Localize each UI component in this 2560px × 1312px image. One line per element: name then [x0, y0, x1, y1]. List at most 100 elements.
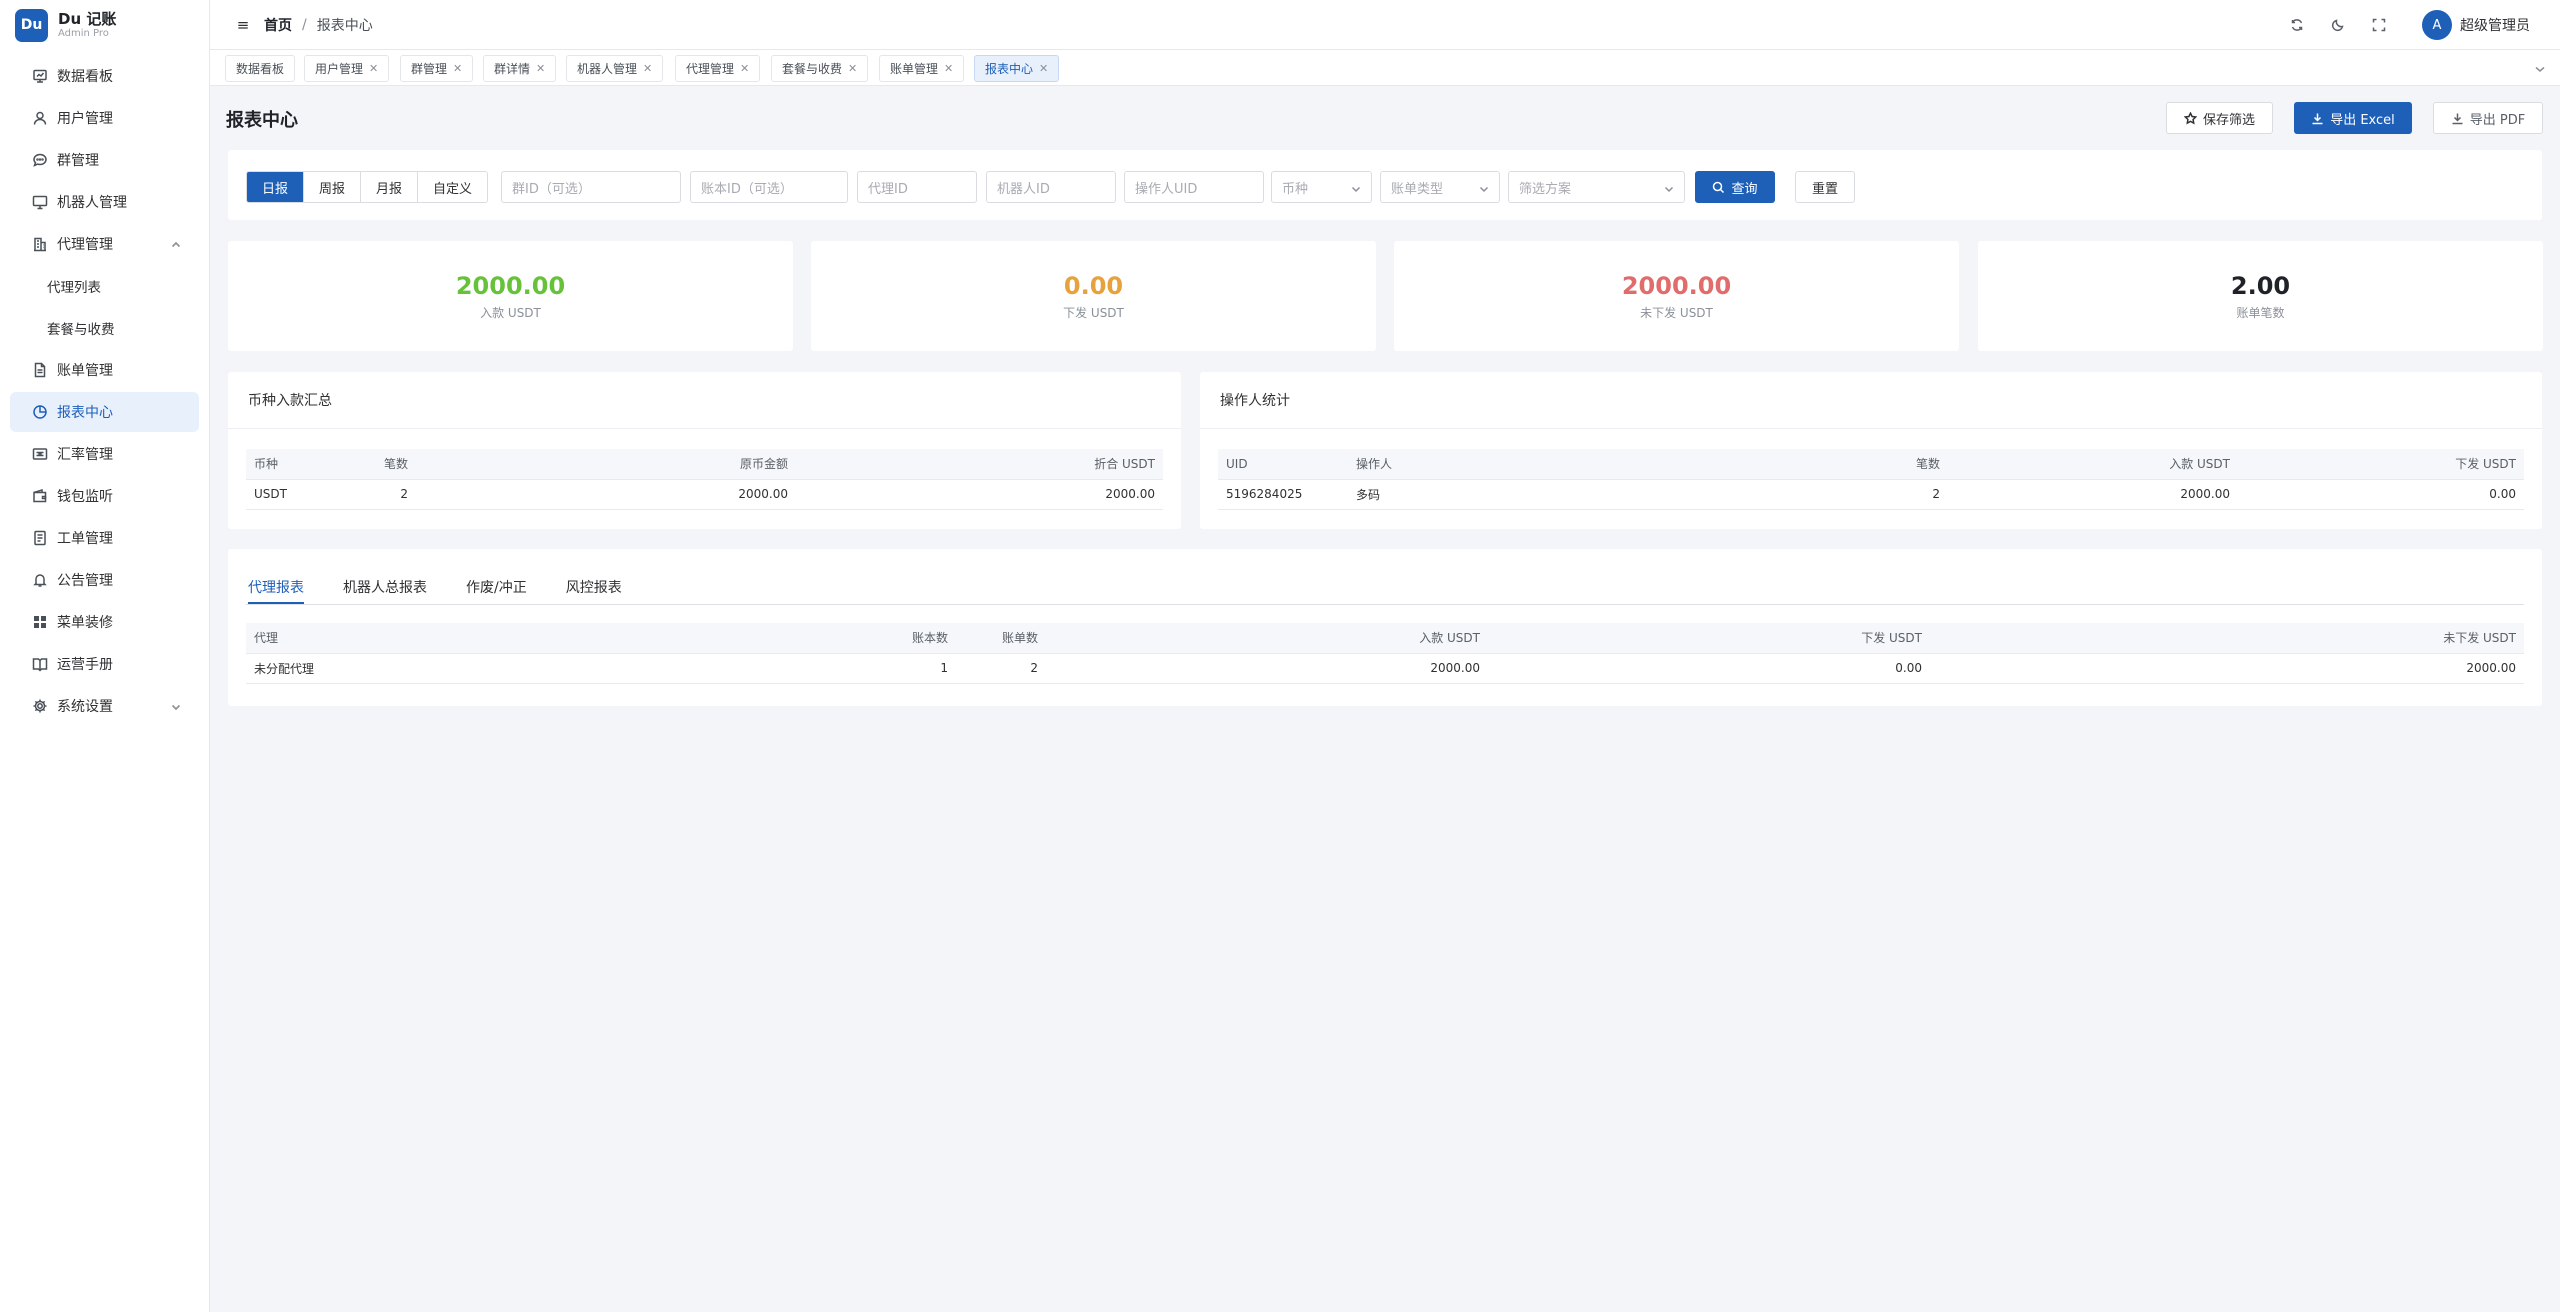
sidebar-item-wallet-monitor[interactable]: 钱包监听	[10, 476, 199, 516]
period-monthly[interactable]: 月报	[361, 172, 419, 202]
currency-select[interactable]: 币种	[1271, 171, 1372, 203]
column-header: 笔数	[336, 449, 416, 480]
sidebar-item-label: 钱包监听	[57, 489, 113, 505]
bell-icon	[32, 572, 48, 588]
close-icon[interactable]: ✕	[369, 62, 378, 75]
column-header: 折合 USDT	[796, 449, 1163, 480]
close-icon[interactable]: ✕	[944, 62, 953, 75]
save-filter-label: 保存筛选	[2202, 112, 2255, 128]
tab-agent-report[interactable]: 代理报表	[248, 569, 304, 605]
close-icon[interactable]: ✕	[848, 62, 857, 75]
table-cell: 2	[956, 653, 1046, 684]
column-header: 下发 USDT	[2238, 449, 2524, 480]
table-row: 5196284025 多码 2 2000.00 0.00	[1218, 479, 2524, 510]
stat-label: 入款 USDT	[480, 306, 541, 320]
sidebar-item-menu-decoration[interactable]: 菜单装修	[10, 602, 199, 642]
column-header: 操作人	[1348, 449, 1548, 480]
sidebar-item-robots[interactable]: 机器人管理	[10, 182, 199, 222]
tab-dashboard[interactable]: 数据看板	[225, 55, 296, 82]
stat-value: 0.00	[1063, 272, 1124, 300]
close-icon[interactable]: ✕	[453, 62, 462, 75]
chevron-down-icon[interactable]	[2534, 60, 2548, 74]
save-filter-button[interactable]: 保存筛选	[2166, 102, 2273, 134]
sidebar-item-bills[interactable]: 账单管理	[10, 350, 199, 390]
period-daily[interactable]: 日报	[247, 172, 305, 202]
tab-label: 群管理	[411, 62, 448, 76]
sidebar-item-dashboard[interactable]: 数据看板	[10, 56, 199, 96]
close-icon[interactable]: ✕	[740, 62, 749, 75]
refresh-icon[interactable]	[2289, 17, 2305, 33]
sidebar-item-agent-list[interactable]: 代理列表	[10, 266, 199, 306]
period-custom[interactable]: 自定义	[418, 172, 488, 202]
operator-stats-card: 操作人统计 UID 操作人 笔数 入款 USDT 下发 USDT 5196284…	[1200, 372, 2542, 529]
fullscreen-icon[interactable]	[2371, 17, 2387, 33]
menu-toggle-icon[interactable]: ≡	[235, 16, 251, 34]
column-header: UID	[1218, 449, 1348, 480]
tab-bills[interactable]: 账单管理 ✕	[879, 55, 965, 82]
filter-scheme-select[interactable]: 筛选方案	[1508, 171, 1685, 203]
tab-robot-summary-report[interactable]: 机器人总报表	[343, 569, 427, 605]
query-button[interactable]: 查询	[1695, 171, 1775, 203]
table-cell: 2000.00	[796, 479, 1163, 510]
sidebar-item-label: 系统设置	[57, 699, 113, 715]
operator-uid-input[interactable]: 操作人UID	[1124, 171, 1264, 203]
sidebar-item-agents[interactable]: 代理管理	[10, 224, 199, 264]
export-pdf-button[interactable]: 导出 PDF	[2433, 102, 2543, 134]
tab-void-reversal[interactable]: 作废/冲正	[466, 569, 527, 605]
sidebar-item-groups[interactable]: 群管理	[10, 140, 199, 180]
close-icon[interactable]: ✕	[643, 62, 652, 75]
breadcrumb-home[interactable]: 首页	[264, 15, 292, 35]
tab-reports[interactable]: 报表中心 ✕	[974, 55, 1060, 82]
column-header: 入款 USDT	[1046, 623, 1488, 654]
brand-title: Du 记账	[58, 10, 117, 28]
brand-subtitle: Admin Pro	[58, 28, 109, 39]
tab-users[interactable]: 用户管理 ✕	[304, 55, 390, 82]
sidebar-item-reports[interactable]: 报表中心	[10, 392, 199, 432]
tab-risk-control-report[interactable]: 风控报表	[566, 569, 622, 605]
dark-mode-moon-icon[interactable]	[2330, 17, 2346, 33]
sidebar-item-label: 代理管理	[57, 237, 113, 253]
bill-type-select[interactable]: 账单类型	[1380, 171, 1500, 203]
sidebar-item-label: 菜单装修	[57, 615, 113, 631]
group-id-input[interactable]: 群ID（可选）	[501, 171, 681, 203]
sidebar-item-ops-manual[interactable]: 运营手册	[10, 644, 199, 684]
tab-groups[interactable]: 群管理 ✕	[400, 55, 474, 82]
account-id-input[interactable]: 账本ID（可选）	[690, 171, 848, 203]
monitor-icon	[32, 194, 48, 210]
avatar[interactable]: A	[2422, 10, 2452, 40]
brand[interactable]: Du Du 记账 Admin Pro	[0, 0, 209, 50]
sidebar-menu: 数据看板 用户管理 群管理 机器人管理 代理管理 代理列表 套餐与收费 账单管理	[0, 56, 209, 726]
robot-id-input[interactable]: 机器人ID	[986, 171, 1116, 203]
close-icon[interactable]: ✕	[536, 62, 545, 75]
export-excel-button[interactable]: 导出 Excel	[2294, 102, 2412, 134]
tab-label: 账单管理	[890, 62, 939, 76]
tab-robots[interactable]: 机器人管理 ✕	[566, 55, 664, 82]
tab-agents[interactable]: 代理管理 ✕	[675, 55, 761, 82]
divider	[228, 428, 1181, 429]
stat-value: 2000.00	[455, 272, 566, 300]
sidebar-item-label: 报表中心	[57, 405, 113, 421]
user-name[interactable]: 超级管理员	[2460, 15, 2530, 35]
exchange-icon	[32, 446, 48, 462]
sidebar-item-announcements[interactable]: 公告管理	[10, 560, 199, 600]
query-label: 查询	[1731, 181, 1758, 197]
stat-card-income: 2000.00 入款 USDT	[228, 241, 793, 351]
sidebar-item-label: 代理列表	[47, 280, 101, 296]
sidebar-item-plans-fees[interactable]: 套餐与收费	[10, 308, 199, 348]
table-cell: 未分配代理	[246, 653, 866, 684]
sidebar-item-users[interactable]: 用户管理	[10, 98, 199, 138]
sidebar-item-label: 公告管理	[57, 573, 113, 589]
reset-button[interactable]: 重置	[1795, 171, 1855, 203]
period-weekly[interactable]: 周报	[304, 172, 362, 202]
user-icon	[32, 110, 48, 126]
tab-plans-fees[interactable]: 套餐与收费 ✕	[771, 55, 869, 82]
close-icon[interactable]: ✕	[1039, 62, 1048, 75]
sidebar-item-tickets[interactable]: 工单管理	[10, 518, 199, 558]
sidebar-item-system-settings[interactable]: 系统设置	[10, 686, 199, 726]
tab-group-detail[interactable]: 群详情 ✕	[483, 55, 557, 82]
stat-value: 2000.00	[1621, 272, 1732, 300]
sidebar-item-exchange-rates[interactable]: 汇率管理	[10, 434, 199, 474]
table-cell: 0.00	[2238, 479, 2524, 510]
sidebar-item-label: 机器人管理	[57, 195, 127, 211]
agent-id-input[interactable]: 代理ID	[857, 171, 977, 203]
